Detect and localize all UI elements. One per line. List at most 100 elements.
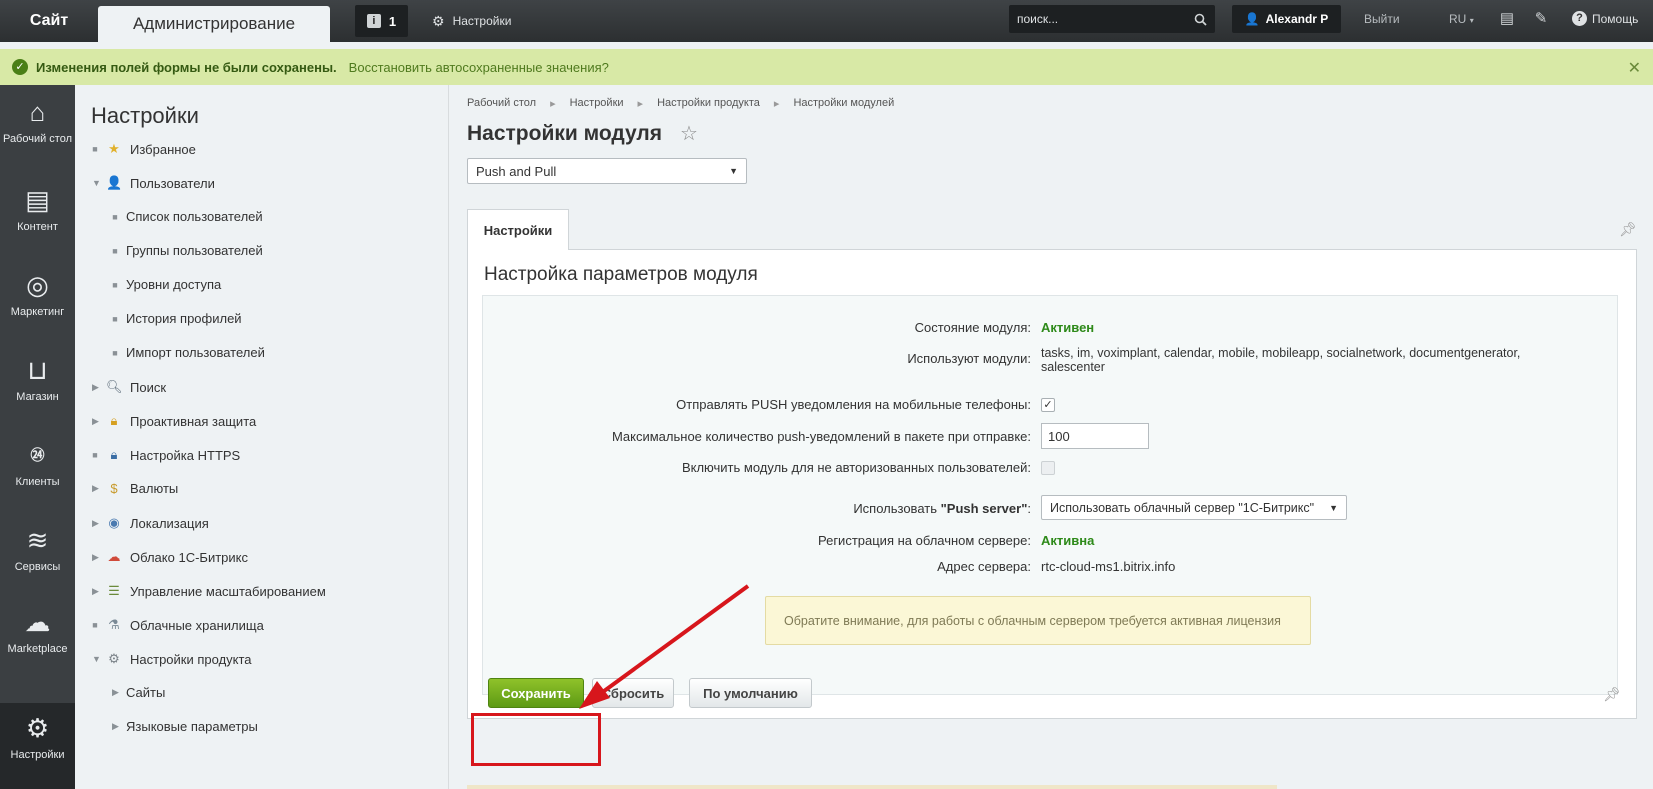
notifications-button[interactable]: i 1 <box>355 5 408 37</box>
star-icon: ★ <box>108 141 120 156</box>
search-icon: 🔍︎ <box>106 379 123 394</box>
menu-title: Настройки <box>91 103 199 128</box>
server-address-value: rtc-cloud-ms1.bitrix.info <box>1041 559 1176 574</box>
nav-label: Настройки <box>10 749 65 761</box>
nav-shop[interactable]: ⊔ Магазин <box>0 345 75 427</box>
nav-content[interactable]: ▤ Контент <box>0 175 75 257</box>
pin-icon[interactable]: 📌︎ <box>1619 221 1637 238</box>
gear-icon: ⚙ <box>108 651 120 666</box>
expand-right-icon: ▶ <box>92 381 99 392</box>
bullet-icon: ■ <box>92 450 98 460</box>
search-input[interactable]: поиск... <box>1009 5 1215 33</box>
gear-icon: ⚙ <box>432 12 445 29</box>
field-label: Используют модули: <box>907 351 1031 366</box>
user-button[interactable]: 👤 Alexandr P <box>1232 5 1341 33</box>
globe-icon: ◉ <box>108 515 120 530</box>
nav-desktop[interactable]: ⌂ Рабочий стол <box>0 87 75 169</box>
https-lock-icon: 🔒︎ <box>110 447 118 462</box>
menu-item-users[interactable]: ▼ 👤 Пользователи <box>92 175 215 191</box>
lock-icon: 🔒︎ <box>110 413 118 428</box>
restore-autosave-link[interactable]: Восстановить автосохраненные значения? <box>349 60 609 75</box>
menu-item-search[interactable]: ▶ 🔍︎ Поиск <box>92 379 166 395</box>
nav-services[interactable]: ≋ Сервисы <box>0 515 75 597</box>
push-server-select[interactable]: Использовать облачный сервер "1С-Битрикс… <box>1041 495 1347 520</box>
field-label: Состояние модуля: <box>914 320 1031 335</box>
module-select[interactable]: Push and Pull ▼ <box>467 158 747 184</box>
tab-bar: Настройки 📌︎ <box>467 209 1637 250</box>
menu-item-user-groups[interactable]: ■ Группы пользователей <box>112 243 262 258</box>
language-selector[interactable]: RU ▾ <box>1449 12 1474 26</box>
menu-item-proactive[interactable]: ▶ 🔒︎ Проактивная защита <box>92 413 256 429</box>
breadcrumb-item[interactable]: Настройки модулей <box>793 97 894 110</box>
menu-item-import-users[interactable]: ■ Импорт пользователей <box>112 345 265 360</box>
flask-icon: ⚗ <box>108 617 120 632</box>
crm-24-icon: ㉔ <box>30 447 45 463</box>
pin-icon[interactable]: ✎ <box>1532 10 1550 28</box>
bullet-icon: ■ <box>92 620 98 630</box>
page-title-row: Настройки модуля ☆ <box>467 121 698 146</box>
help-label: Помощь <box>1592 11 1639 26</box>
nav-label: Контент <box>17 221 58 233</box>
menu-item-https[interactable]: ■ 🔒︎ Настройка HTTPS <box>92 447 240 463</box>
menu-item-scaling[interactable]: ▶ ☰ Управление масштабированием <box>92 583 326 599</box>
menu-item-sites[interactable]: ▶ Сайты <box>112 685 165 700</box>
user-icon: 👤 <box>106 175 123 190</box>
menu-item-label: Валюты <box>130 481 179 496</box>
menu-item-cloud-storage[interactable]: ■ ⚗ Облачные хранилища <box>92 617 264 633</box>
close-icon[interactable]: ✕ <box>1628 58 1641 78</box>
layers-icon: ≋ <box>26 525 49 555</box>
pin-icon[interactable]: 📌︎ <box>1603 686 1621 703</box>
menu-item-label: Языковые параметры <box>126 719 258 734</box>
notifications-count: 1 <box>388 13 397 29</box>
top-bar: Сайт Администрирование i 1 ⚙ Настройки <box>0 0 1653 42</box>
guest-users-checkbox[interactable] <box>1041 461 1055 475</box>
menu-item-language[interactable]: ▶ Языковые параметры <box>112 719 258 734</box>
bottom-strip <box>467 785 1277 789</box>
tab-settings[interactable]: Настройки <box>467 209 569 250</box>
max-push-input[interactable] <box>1041 423 1149 449</box>
expand-right-icon: ▶ <box>92 585 99 596</box>
bullet-icon: ■ <box>112 347 118 358</box>
license-notice: Обратите внимание, для работы с облачным… <box>765 596 1311 645</box>
breadcrumb-item[interactable]: Рабочий стол <box>467 97 536 110</box>
breadcrumb-item[interactable]: Настройки продукта <box>657 97 760 110</box>
basket-icon: ⊔ <box>27 355 48 385</box>
admin-tab[interactable]: Администрирование <box>98 6 330 42</box>
menu-item-label: Список пользователей <box>126 209 263 224</box>
nav-clients[interactable]: ㉔ Клиенты <box>0 430 75 512</box>
top-settings-link[interactable]: ⚙ Настройки <box>432 13 511 30</box>
panel-toggle-icon[interactable]: ▤ <box>1498 10 1516 28</box>
nav-marketplace[interactable]: ☁ Marketplace <box>0 597 75 679</box>
save-button[interactable]: Сохранить <box>488 678 584 708</box>
page-title: Настройки модуля <box>467 121 663 145</box>
menu-item-bitrix-cloud[interactable]: ▶ ☁ Облако 1С-Битрикс <box>92 549 248 565</box>
menu-item-product-settings[interactable]: ▼ ⚙ Настройки продукта <box>92 651 252 667</box>
menu-item-favorites[interactable]: ■ ★ Избранное <box>92 141 196 157</box>
module-state-value: Активен <box>1041 320 1095 335</box>
default-button[interactable]: По умолчанию <box>689 678 812 708</box>
menu-item-label: Облачные хранилища <box>130 617 264 633</box>
field-label: Регистрация на облачном сервере: <box>817 533 1031 548</box>
target-icon: ◎ <box>26 270 49 300</box>
search-icon <box>1194 13 1207 26</box>
label-part: Использовать <box>853 501 941 516</box>
menu-item-access-levels[interactable]: ■ Уровни доступа <box>112 277 221 292</box>
menu-item-user-list[interactable]: ■ Список пользователей <box>112 209 263 224</box>
push-mobile-checkbox[interactable]: ✓ <box>1041 398 1055 412</box>
help-link[interactable]: ? Помощь <box>1572 11 1638 26</box>
logout-link[interactable]: Выйти <box>1364 12 1400 26</box>
favorite-star-icon[interactable]: ☆ <box>680 121 698 146</box>
gear-icon: ⚙ <box>25 713 50 743</box>
user-icon: 👤 <box>1244 12 1260 26</box>
breadcrumb-item[interactable]: Настройки <box>570 97 624 110</box>
expand-right-icon: ▶ <box>92 551 99 562</box>
menu-item-currencies[interactable]: ▶ $ Валюты <box>92 481 178 496</box>
nav-settings[interactable]: ⚙ Настройки <box>0 703 75 789</box>
reset-button[interactable]: Сбросить <box>592 678 674 708</box>
used-modules-line: tasks, im, voximplant, calendar, mobile,… <box>1041 346 1521 360</box>
bullet-icon: ■ <box>112 245 118 256</box>
site-tab[interactable]: Сайт <box>0 0 98 42</box>
menu-item-localization[interactable]: ▶ ◉ Локализация <box>92 515 209 531</box>
menu-item-profile-history[interactable]: ■ История профилей <box>112 311 241 326</box>
nav-marketing[interactable]: ◎ Маркетинг <box>0 260 75 342</box>
